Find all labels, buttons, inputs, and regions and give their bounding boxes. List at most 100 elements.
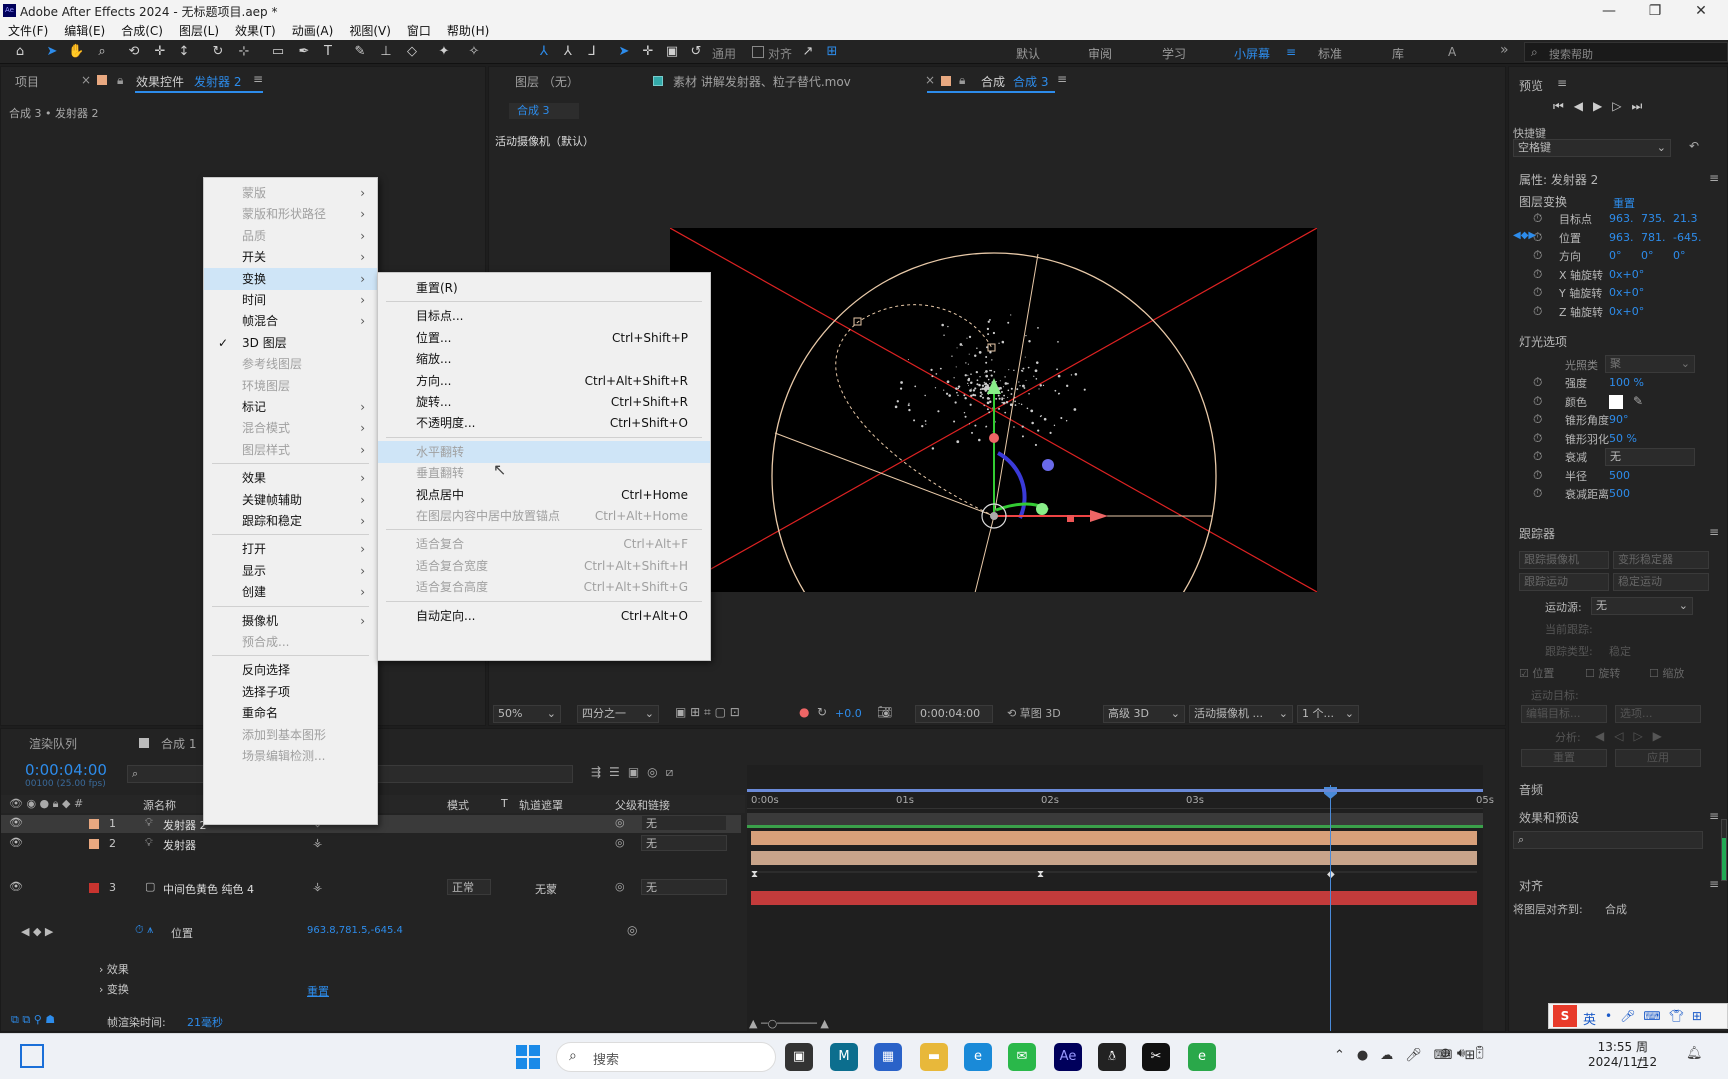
menu-item[interactable]: 不透明度... Ctrl+Shift+O (378, 412, 710, 434)
start-icon[interactable] (516, 1045, 540, 1069)
tab-comp-1[interactable]: 合成 1 (161, 735, 196, 752)
menu-item[interactable]: 目标点... (378, 305, 710, 327)
axis-local-icon[interactable]: ⅄ (536, 44, 552, 60)
timeline-graph[interactable]: 0:00s01s02s03s05s ⧗ ⧗ ◆ (747, 765, 1494, 1031)
maximize-icon[interactable]: ❐ (1632, 0, 1678, 22)
camera-select-icon[interactable]: ➤ (616, 44, 632, 60)
dolly-tool-icon[interactable]: ↕ (176, 44, 192, 60)
light-prop-value[interactable]: 50 % (1609, 432, 1637, 445)
tab-comp-name[interactable]: 合成 3 (1013, 73, 1048, 90)
timeline-navigator[interactable] (747, 789, 1483, 792)
menu-item[interactable]: 旋转... Ctrl+Shift+R (378, 391, 710, 413)
layer-name[interactable]: 发射器 (163, 837, 196, 853)
pickwhip-icon[interactable]: ◎ (615, 836, 625, 849)
clock-date[interactable]: 2024/11/12 (1588, 1055, 1657, 1069)
close-tab-icon[interactable]: × (81, 73, 91, 87)
zoom-tool-icon[interactable]: ⌕ (94, 44, 110, 60)
table-row[interactable]: 👁︎ 3 ▢ 中间色黄色 纯色 4 ⚶ 正常 无蒙 ◎ 无 (1, 879, 741, 897)
menu-item[interactable]: 合成(C) (113, 22, 171, 40)
col-parent[interactable]: 父级和链接 (615, 797, 670, 813)
roto-tool-icon[interactable]: ✦ (436, 44, 452, 60)
table-row[interactable]: 👁︎ 2 💡︎ 发射器 ⚶ ◎ 无 (1, 835, 741, 853)
transform-prop-value[interactable]: 0x+0° (1609, 305, 1644, 318)
draft3d-toggle[interactable]: ⟲ 草图 3D (1007, 705, 1061, 721)
transform-prop-value[interactable]: 735. (1641, 212, 1666, 225)
track-matte-dropdown[interactable]: 无蒙 (535, 881, 557, 897)
selection-tool-icon[interactable]: ➤ (44, 44, 60, 60)
nav-arrows[interactable]: ◀ ◆ ▶ (21, 925, 53, 938)
workspace-default[interactable]: 默认 (1016, 45, 1040, 62)
menu-item[interactable]: 自动定向... Ctrl+Alt+O (378, 605, 710, 627)
layer-name[interactable]: 中间色黄色 纯色 4 (163, 881, 254, 897)
layer-bar-1[interactable] (751, 831, 1477, 845)
snap-icon[interactable]: ↗ (800, 44, 816, 60)
help-search[interactable]: ⌕ 搜索帮助 (1524, 42, 1728, 62)
home-icon[interactable]: ⌂ (12, 44, 28, 60)
general-label[interactable]: 通用 (712, 45, 736, 62)
timeline-timecode[interactable]: 0:00:04:00 (25, 761, 107, 779)
track-scale-checkbox[interactable]: ☐ 缩放 (1649, 665, 1684, 681)
file-explorer-icon[interactable]: ▬ (920, 1043, 948, 1071)
workspace-library[interactable]: 库 (1392, 45, 1404, 62)
menu-item[interactable]: 关键帧辅助 › (204, 489, 377, 511)
comp-lock-icon[interactable]: 🔒︎ (959, 73, 965, 88)
falloff-dropdown[interactable]: 无 (1605, 448, 1695, 466)
zoom-slider[interactable]: ▲ ─○────── ▲ (749, 1017, 829, 1030)
puppet-tool-icon[interactable]: ✧ (466, 44, 482, 60)
effects-search-input[interactable]: ⌕ (1513, 831, 1703, 849)
transform-prop-value[interactable]: -645. (1673, 231, 1701, 244)
pickwhip-icon[interactable]: ◎ (615, 880, 625, 893)
effects-presets-menu-icon[interactable]: ≡ (1709, 809, 1719, 823)
keyframe[interactable]: ⧗ (751, 869, 758, 880)
snap-grid-icon[interactable]: ⊞ (824, 44, 840, 60)
notification-icon[interactable]: 🔔︎ (1686, 1046, 1703, 1061)
layer-switches-icon[interactable]: ⚶ (313, 836, 322, 849)
work-area-bar[interactable] (747, 813, 1483, 825)
gizmo-handle[interactable] (1067, 515, 1074, 522)
ime-language[interactable]: 英 (1583, 1009, 1596, 1028)
track-apply-button[interactable]: 应用 (1615, 749, 1701, 767)
stopwatch-icon[interactable]: ⏱ (1533, 267, 1542, 282)
composition-viewer[interactable] (669, 227, 1318, 700)
capcut-icon[interactable]: ✂ (1142, 1043, 1170, 1071)
camera-move-icon[interactable]: ✛ (640, 44, 656, 60)
close-icon[interactable]: ✕ (1678, 0, 1724, 22)
camera-orbit-icon[interactable]: ↺ (688, 44, 704, 60)
panel-menu-icon[interactable]: ≡ (253, 72, 263, 86)
stopwatch-icon[interactable]: ⏱ (1533, 412, 1542, 427)
orbit-tool-icon[interactable]: ⟲ (126, 44, 142, 60)
stopwatch-icon[interactable]: ⏱ (1533, 211, 1542, 226)
menu-item[interactable]: 显示 › (204, 560, 377, 582)
exposure-value[interactable]: +0.0 (835, 707, 862, 720)
store-icon[interactable]: ▦ (874, 1043, 902, 1071)
motion-source-dropdown[interactable]: 无 ⌄ (1591, 597, 1693, 615)
gizmo-handle[interactable] (1036, 503, 1048, 515)
tab-comp[interactable]: 合成 (981, 73, 1005, 90)
gizmo-handle[interactable] (989, 433, 999, 443)
transform-prop-value[interactable]: 0° (1673, 249, 1686, 262)
viewer-tools-icons[interactable]: ▣ ⊞ ⌗ ▢ ⊡ (675, 705, 740, 720)
menu-item[interactable]: 缩放... (378, 348, 710, 370)
menu-item[interactable]: 文件(F) (0, 22, 56, 40)
views-count-dropdown[interactable]: 1 个... ⌄ (1297, 705, 1359, 723)
menu-item[interactable]: 位置... Ctrl+Shift+P (378, 327, 710, 349)
shortcut-dropdown[interactable]: 空格键 ⌄ (1513, 139, 1671, 157)
after-effects-icon[interactable]: Ae (1054, 1043, 1082, 1071)
text-tool-icon[interactable]: T (320, 44, 336, 60)
track-position-checkbox[interactable]: ☑ 位置 (1519, 665, 1554, 681)
clone-tool-icon[interactable]: ⊥ (378, 44, 394, 60)
color-swatch[interactable] (1609, 394, 1623, 409)
pen-tool-icon[interactable]: ✒ (296, 44, 312, 60)
light-prop-value[interactable]: 100 % (1609, 376, 1644, 389)
layer-label-color[interactable] (89, 839, 99, 849)
tab-effects-controls[interactable]: 效果控件 (136, 73, 184, 90)
track-options-button[interactable]: 选项... (1615, 705, 1701, 723)
menu-item[interactable]: 创建 › (204, 581, 377, 603)
timeline-switches-icons[interactable]: ⇶☰▣◎⧄ (591, 765, 681, 780)
preview-controls[interactable]: ⏮◀▶▷⏭ (1553, 99, 1652, 114)
preview-menu-icon[interactable]: ≡ (1557, 76, 1567, 90)
font-icon[interactable]: A (1448, 45, 1456, 59)
analyze-controls[interactable]: ◀◁▷▶ (1595, 729, 1672, 743)
transform-prop-value[interactable]: 21.3 (1673, 212, 1698, 225)
col-mode[interactable]: 模式 (447, 797, 469, 813)
